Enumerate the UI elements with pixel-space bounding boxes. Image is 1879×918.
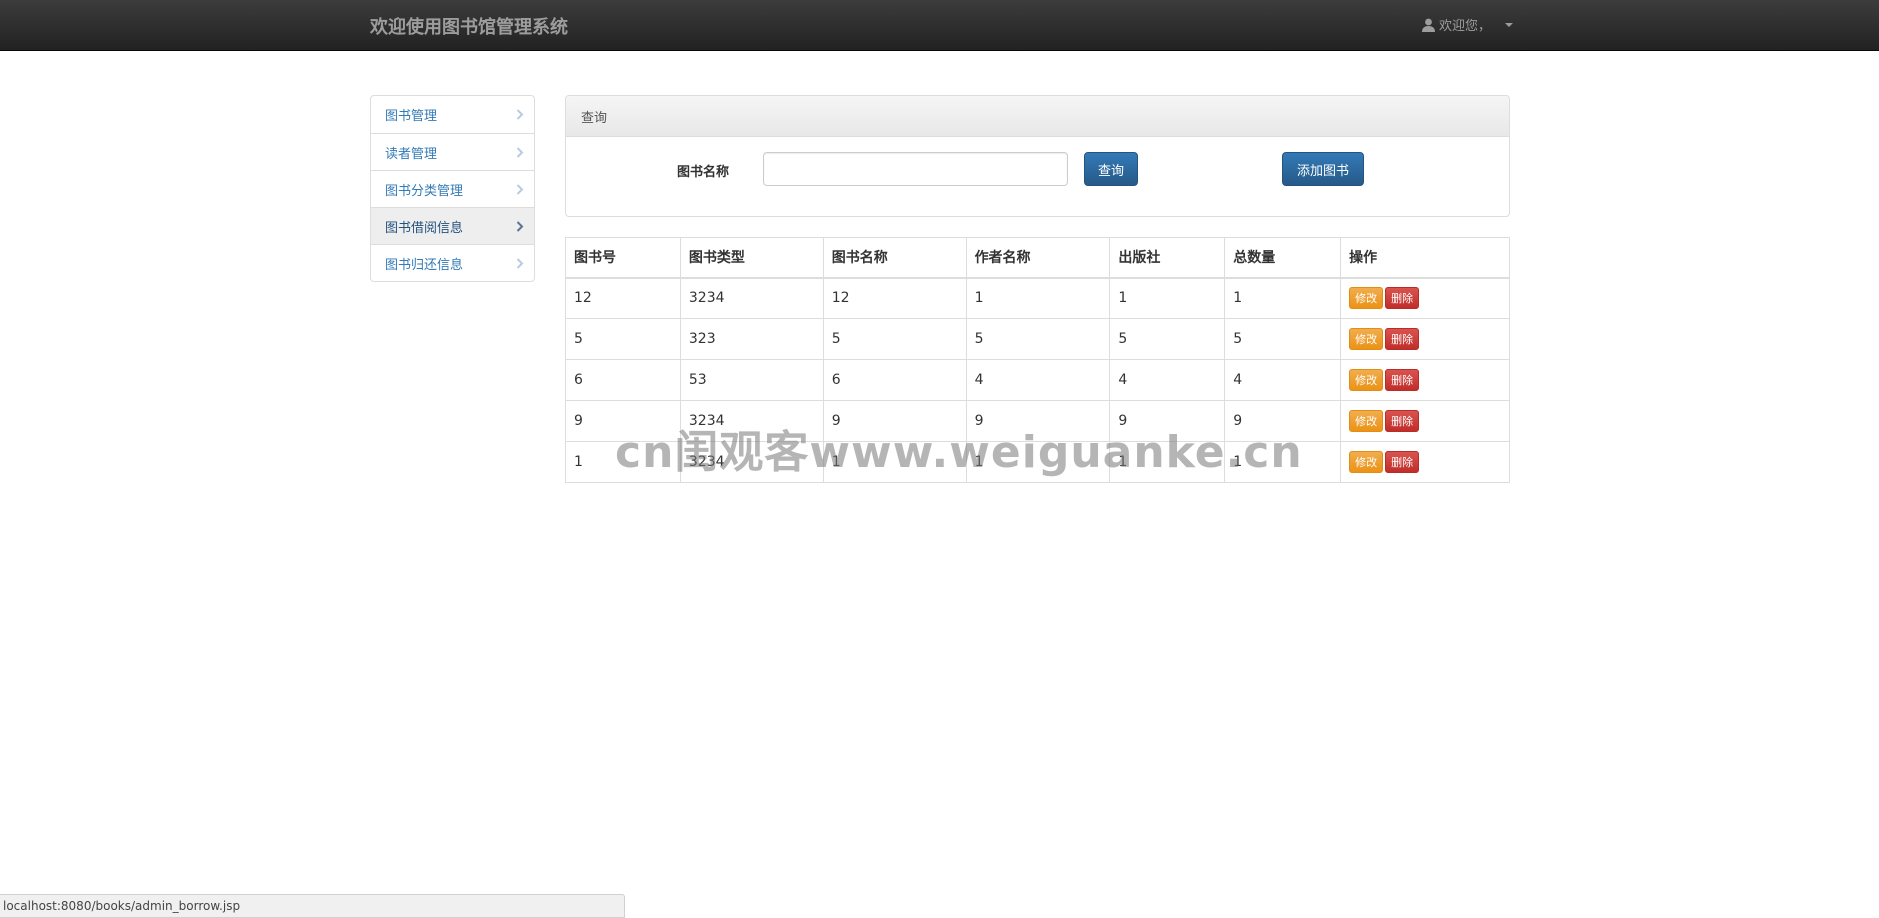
delete-button[interactable]: 删除 xyxy=(1385,451,1420,473)
cell-book-type: 3234 xyxy=(679,400,824,442)
user-icon xyxy=(1422,18,1435,32)
edit-button[interactable]: 修改 xyxy=(1349,369,1384,391)
sidebar-item-label: 图书管理 xyxy=(385,109,438,124)
panel-heading: 查询 xyxy=(566,96,1509,137)
cell-book-id: 12 xyxy=(565,277,681,319)
table-row: 9 3234 9 9 9 9 修改 删除 xyxy=(565,400,1510,442)
edit-button[interactable]: 修改 xyxy=(1349,287,1384,310)
add-book-button[interactable]: 添加图书 xyxy=(1282,152,1364,186)
sidebar-item-book-management[interactable]: 图书管理 xyxy=(371,96,534,133)
book-name-label: 图书名称 xyxy=(677,165,730,180)
app-title[interactable]: 欢迎使用图书馆管理系统 xyxy=(370,13,568,39)
cell-actions: 修改 删除 xyxy=(1340,277,1510,319)
edit-button[interactable]: 修改 xyxy=(1349,410,1384,432)
table-row: 12 3234 12 1 1 1 修改 删除 xyxy=(565,277,1510,319)
cell-author: 1 xyxy=(965,441,1111,483)
table-row: 6 53 6 4 4 4 修改 删除 xyxy=(565,359,1510,401)
user-greeting: 欢迎您， xyxy=(1439,19,1492,34)
cell-book-name: 5 xyxy=(822,318,967,360)
table-row: 1 3234 1 1 1 1 修改 删除 xyxy=(565,441,1510,483)
cell-actions: 修改 删除 xyxy=(1340,400,1510,442)
cell-quantity: 5 xyxy=(1224,318,1342,360)
user-dropdown[interactable]: 欢迎您， xyxy=(1422,15,1514,34)
column-header: 操作 xyxy=(1340,237,1510,279)
cell-book-id: 9 xyxy=(565,400,681,442)
cell-publisher: 4 xyxy=(1109,359,1226,401)
cell-publisher: 1 xyxy=(1109,441,1226,483)
caret-down-icon xyxy=(1505,22,1514,27)
cell-quantity: 9 xyxy=(1224,400,1342,442)
query-panel: 查询 图书名称 查询 添加图书 xyxy=(565,95,1510,217)
delete-button[interactable]: 删除 xyxy=(1385,369,1420,391)
cell-book-id: 1 xyxy=(565,441,681,483)
cell-quantity: 1 xyxy=(1224,277,1342,319)
sidebar-item-label: 读者管理 xyxy=(385,146,438,162)
chevron-right-icon xyxy=(516,258,524,269)
cell-book-type: 53 xyxy=(679,359,824,401)
sidebar-item-reader-management[interactable]: 读者管理 xyxy=(371,133,534,170)
cell-actions: 修改 删除 xyxy=(1340,318,1510,360)
edit-button[interactable]: 修改 xyxy=(1349,328,1384,350)
cell-book-name: 1 xyxy=(822,441,967,483)
column-header: 作者名称 xyxy=(965,237,1111,279)
sidebar-item-return-info[interactable]: 图书归还信息 xyxy=(371,244,534,281)
sidebar-item-label: 图书归还信息 xyxy=(385,257,464,273)
cell-book-name: 6 xyxy=(822,359,967,401)
table-row: 5 323 5 5 5 5 修改 删除 xyxy=(565,318,1510,360)
cell-author: 9 xyxy=(965,400,1111,442)
sidebar-item-category-management[interactable]: 图书分类管理 xyxy=(371,170,534,207)
sidebar-nav: 图书管理 读者管理 图书分类管理 图书借阅信息 图书归还信息 xyxy=(370,95,535,282)
cell-publisher: 9 xyxy=(1109,400,1226,442)
status-bar-url: localhost:8080/books/admin_borrow.jsp xyxy=(0,894,625,918)
delete-button[interactable]: 删除 xyxy=(1385,287,1420,310)
cell-publisher: 5 xyxy=(1109,318,1226,360)
cell-book-type: 3234 xyxy=(679,441,824,483)
book-name-input[interactable] xyxy=(763,152,1068,186)
edit-button[interactable]: 修改 xyxy=(1349,451,1384,473)
cell-book-type: 323 xyxy=(679,318,824,360)
table-header-row: 图书号 图书类型 图书名称 作者名称 出版社 总数量 操作 xyxy=(565,237,1510,279)
cell-actions: 修改 删除 xyxy=(1340,359,1510,401)
cell-book-name: 12 xyxy=(822,277,967,319)
column-header: 图书类型 xyxy=(679,237,824,279)
column-header: 图书号 xyxy=(565,237,681,279)
sidebar-item-label: 图书分类管理 xyxy=(385,183,464,199)
query-button[interactable]: 查询 xyxy=(1084,152,1138,186)
books-table: 图书号 图书类型 图书名称 作者名称 出版社 总数量 操作 12 3234 12… xyxy=(565,237,1510,483)
cell-book-id: 6 xyxy=(565,359,681,401)
sidebar-item-label: 图书借阅信息 xyxy=(385,220,464,236)
delete-button[interactable]: 删除 xyxy=(1385,328,1420,350)
top-navbar: 欢迎使用图书馆管理系统 欢迎您， xyxy=(0,0,1879,51)
cell-author: 5 xyxy=(965,318,1111,360)
cell-author: 1 xyxy=(965,277,1111,319)
sidebar-item-borrow-info[interactable]: 图书借阅信息 xyxy=(371,207,534,244)
cell-quantity: 4 xyxy=(1224,359,1342,401)
chevron-right-icon xyxy=(516,221,524,232)
chevron-right-icon xyxy=(516,147,524,158)
chevron-right-icon xyxy=(516,109,524,120)
cell-book-id: 5 xyxy=(565,318,681,360)
cell-actions: 修改 删除 xyxy=(1340,441,1510,483)
delete-button[interactable]: 删除 xyxy=(1385,410,1420,432)
cell-quantity: 1 xyxy=(1224,441,1342,483)
chevron-right-icon xyxy=(516,184,524,195)
column-header: 图书名称 xyxy=(822,237,967,279)
cell-book-name: 9 xyxy=(822,400,967,442)
cell-publisher: 1 xyxy=(1109,277,1226,319)
column-header: 总数量 xyxy=(1224,237,1342,279)
cell-book-type: 3234 xyxy=(679,277,824,319)
column-header: 出版社 xyxy=(1109,237,1226,279)
cell-author: 4 xyxy=(965,359,1111,401)
